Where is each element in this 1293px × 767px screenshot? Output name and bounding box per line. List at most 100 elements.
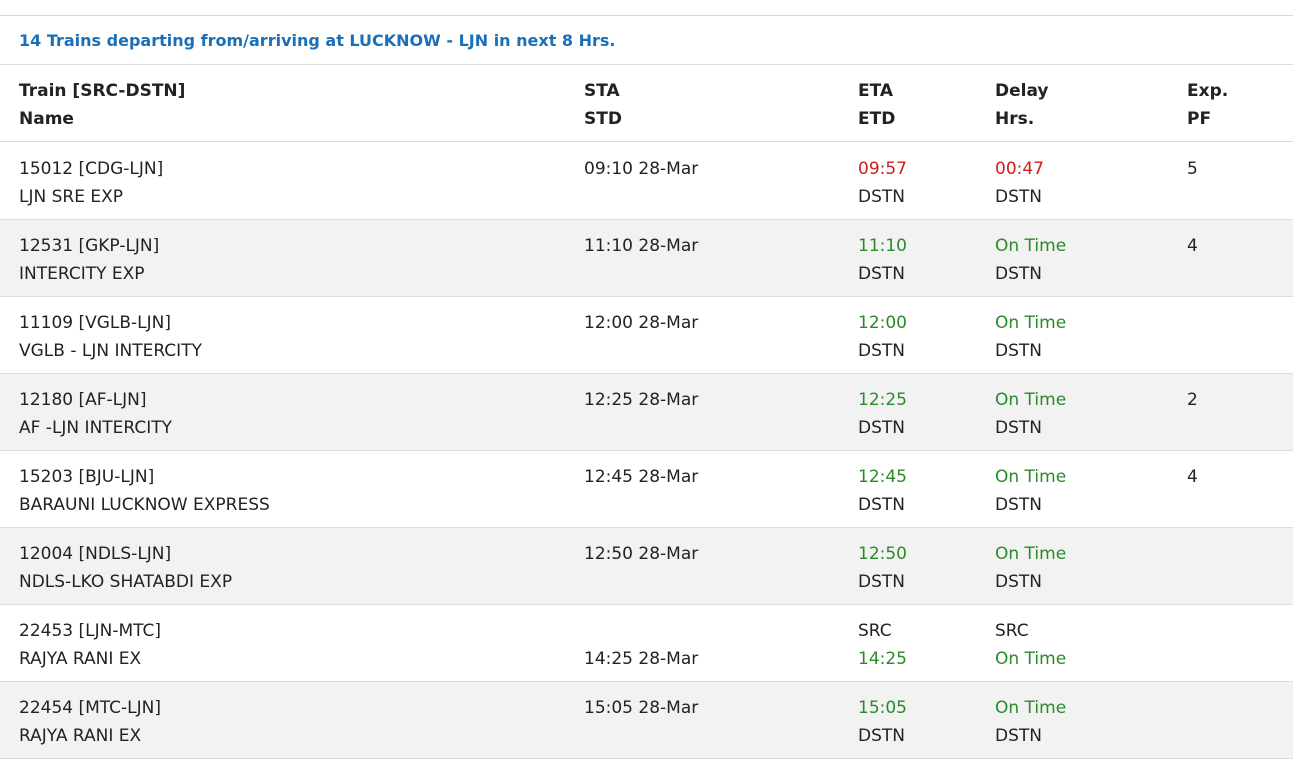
header-platform-line2: PF bbox=[1187, 109, 1212, 129]
arrival-delay: On Time bbox=[995, 390, 1067, 410]
train-row[interactable]: 12180 [AF-LJN] AF -LJN INTERCITY 12:25 2… bbox=[0, 374, 1293, 451]
header-train: Train [SRC-DSTN] Name bbox=[19, 77, 185, 133]
train-number[interactable]: 15012 [CDG-LJN] bbox=[19, 155, 163, 183]
train-cell: 22453 [LJN-MTC] RAJYA RANI EX bbox=[19, 617, 161, 673]
scheduled-arrival: 12:25 28-Mar bbox=[584, 390, 699, 410]
expected-platform: 2 bbox=[1187, 390, 1198, 410]
scheduled-arrival bbox=[584, 617, 698, 645]
train-cell: 15012 [CDG-LJN] LJN SRE EXP bbox=[19, 155, 163, 211]
train-cell: 22454 [MTC-LJN] RAJYA RANI EX bbox=[19, 694, 161, 750]
train-row[interactable]: 12004 [NDLS-LJN] NDLS-LKO SHATABDI EXP 1… bbox=[0, 528, 1293, 605]
train-row[interactable]: 15203 [BJU-LJN] BARAUNI LUCKNOW EXPRESS … bbox=[0, 451, 1293, 528]
train-name: AF -LJN INTERCITY bbox=[19, 418, 173, 438]
train-row[interactable]: 22454 [MTC-LJN] RAJYA RANI EX 15:05 28-M… bbox=[0, 682, 1293, 759]
header-schedule: STA STD bbox=[584, 77, 622, 133]
scheduled-departure bbox=[584, 183, 698, 211]
expected-departure: DSTN bbox=[858, 418, 905, 438]
train-row[interactable]: 22453 [LJN-MTC] RAJYA RANI EX 14:25 28-M… bbox=[0, 605, 1293, 682]
scheduled-arrival: 15:05 28-Mar bbox=[584, 698, 699, 718]
expected-arrival: 11:10 bbox=[858, 236, 907, 256]
train-cell: 11109 [VGLB-LJN] VGLB - LJN INTERCITY bbox=[19, 309, 202, 365]
table-header: Train [SRC-DSTN] Name STA STD ETA ETD De… bbox=[0, 65, 1293, 142]
expected-departure: DSTN bbox=[858, 726, 905, 746]
header-train-line2: Name bbox=[19, 109, 74, 129]
departure-delay: DSTN bbox=[995, 572, 1042, 592]
platform-cell: 2 bbox=[1187, 386, 1198, 414]
train-row[interactable]: 11109 [VGLB-LJN] VGLB - LJN INTERCITY 12… bbox=[0, 297, 1293, 374]
expected-cell: 09:57 DSTN bbox=[858, 155, 907, 211]
train-name: BARAUNI LUCKNOW EXPRESS bbox=[19, 495, 270, 515]
delay-cell: 00:47 DSTN bbox=[995, 155, 1044, 211]
expected-arrival: 09:57 bbox=[858, 159, 907, 179]
train-number[interactable]: 12004 [NDLS-LJN] bbox=[19, 540, 232, 568]
header-delay-line1: Delay bbox=[995, 81, 1049, 101]
header-platform: Exp. PF bbox=[1187, 77, 1228, 133]
departure-delay: DSTN bbox=[995, 341, 1042, 361]
scheduled-departure bbox=[584, 260, 698, 288]
scheduled-departure bbox=[584, 414, 698, 442]
expected-platform: 4 bbox=[1187, 236, 1198, 256]
train-number[interactable]: 11109 [VGLB-LJN] bbox=[19, 309, 202, 337]
arrival-delay: SRC bbox=[995, 621, 1029, 641]
train-cell: 15203 [BJU-LJN] BARAUNI LUCKNOW EXPRESS bbox=[19, 463, 270, 519]
schedule-cell: 12:45 28-Mar bbox=[584, 463, 698, 519]
expected-arrival: 12:00 bbox=[858, 313, 907, 333]
train-row[interactable]: 12531 [GKP-LJN] INTERCITY EXP 11:10 28-M… bbox=[0, 220, 1293, 297]
departure-delay: On Time bbox=[995, 649, 1067, 669]
delay-cell: On Time DSTN bbox=[995, 463, 1066, 519]
departure-delay: DSTN bbox=[995, 418, 1042, 438]
delay-cell: On Time DSTN bbox=[995, 232, 1066, 288]
expected-platform: 4 bbox=[1187, 467, 1198, 487]
header-expected: ETA ETD bbox=[858, 77, 895, 133]
scheduled-arrival: 12:50 28-Mar bbox=[584, 544, 699, 564]
expected-arrival: 12:45 bbox=[858, 467, 907, 487]
platform-cell: 4 bbox=[1187, 232, 1198, 260]
header-train-line1: Train [SRC-DSTN] bbox=[19, 81, 186, 101]
train-row[interactable]: 15012 [CDG-LJN] LJN SRE EXP 09:10 28-Mar… bbox=[0, 143, 1293, 220]
expected-cell: 12:50 DSTN bbox=[858, 540, 907, 596]
departure-delay: DSTN bbox=[995, 187, 1042, 207]
header-expected-line2: ETD bbox=[858, 109, 896, 129]
departure-delay: DSTN bbox=[995, 726, 1042, 746]
train-cell: 12004 [NDLS-LJN] NDLS-LKO SHATABDI EXP bbox=[19, 540, 232, 596]
header-schedule-line1: STA bbox=[584, 81, 620, 101]
header-expected-line1: ETA bbox=[858, 81, 894, 101]
train-number[interactable]: 12531 [GKP-LJN] bbox=[19, 232, 159, 260]
arrival-delay: On Time bbox=[995, 313, 1067, 333]
train-number[interactable]: 15203 [BJU-LJN] bbox=[19, 463, 270, 491]
schedule-cell: 12:25 28-Mar bbox=[584, 386, 698, 442]
schedule-cell: 12:00 28-Mar bbox=[584, 309, 698, 365]
platform-cell: 4 bbox=[1187, 463, 1198, 491]
delay-cell: On Time DSTN bbox=[995, 386, 1066, 442]
expected-cell: 12:25 DSTN bbox=[858, 386, 907, 442]
expected-arrival: 15:05 bbox=[858, 698, 907, 718]
expected-cell: 12:00 DSTN bbox=[858, 309, 907, 365]
train-number[interactable]: 22453 [LJN-MTC] bbox=[19, 617, 161, 645]
train-number[interactable]: 22454 [MTC-LJN] bbox=[19, 694, 161, 722]
trains-panel: 14 Trains departing from/arriving at LUC… bbox=[0, 0, 1293, 767]
expected-cell: SRC 14:25 bbox=[858, 617, 907, 673]
scheduled-arrival: 12:45 28-Mar bbox=[584, 467, 699, 487]
train-name: LJN SRE EXP bbox=[19, 187, 123, 207]
expected-departure: DSTN bbox=[858, 341, 905, 361]
schedule-cell: 12:50 28-Mar bbox=[584, 540, 698, 596]
expected-platform: 5 bbox=[1187, 159, 1198, 179]
scheduled-departure bbox=[584, 568, 698, 596]
scheduled-arrival: 12:00 28-Mar bbox=[584, 313, 699, 333]
trains-caption: 14 Trains departing from/arriving at LUC… bbox=[19, 31, 616, 50]
train-cell: 12180 [AF-LJN] AF -LJN INTERCITY bbox=[19, 386, 172, 442]
delay-cell: On Time DSTN bbox=[995, 694, 1066, 750]
departure-delay: DSTN bbox=[995, 495, 1042, 515]
schedule-cell: 14:25 28-Mar bbox=[584, 617, 698, 673]
expected-departure: DSTN bbox=[858, 187, 905, 207]
scheduled-departure bbox=[584, 722, 698, 750]
delay-cell: On Time DSTN bbox=[995, 309, 1066, 365]
train-number[interactable]: 12180 [AF-LJN] bbox=[19, 386, 172, 414]
arrival-delay: On Time bbox=[995, 236, 1067, 256]
scheduled-departure: 14:25 28-Mar bbox=[584, 649, 699, 669]
schedule-cell: 15:05 28-Mar bbox=[584, 694, 698, 750]
platform-cell: 5 bbox=[1187, 155, 1198, 183]
header-delay-line2: Hrs. bbox=[995, 109, 1035, 129]
train-name: VGLB - LJN INTERCITY bbox=[19, 341, 202, 361]
expected-arrival: 12:50 bbox=[858, 544, 907, 564]
